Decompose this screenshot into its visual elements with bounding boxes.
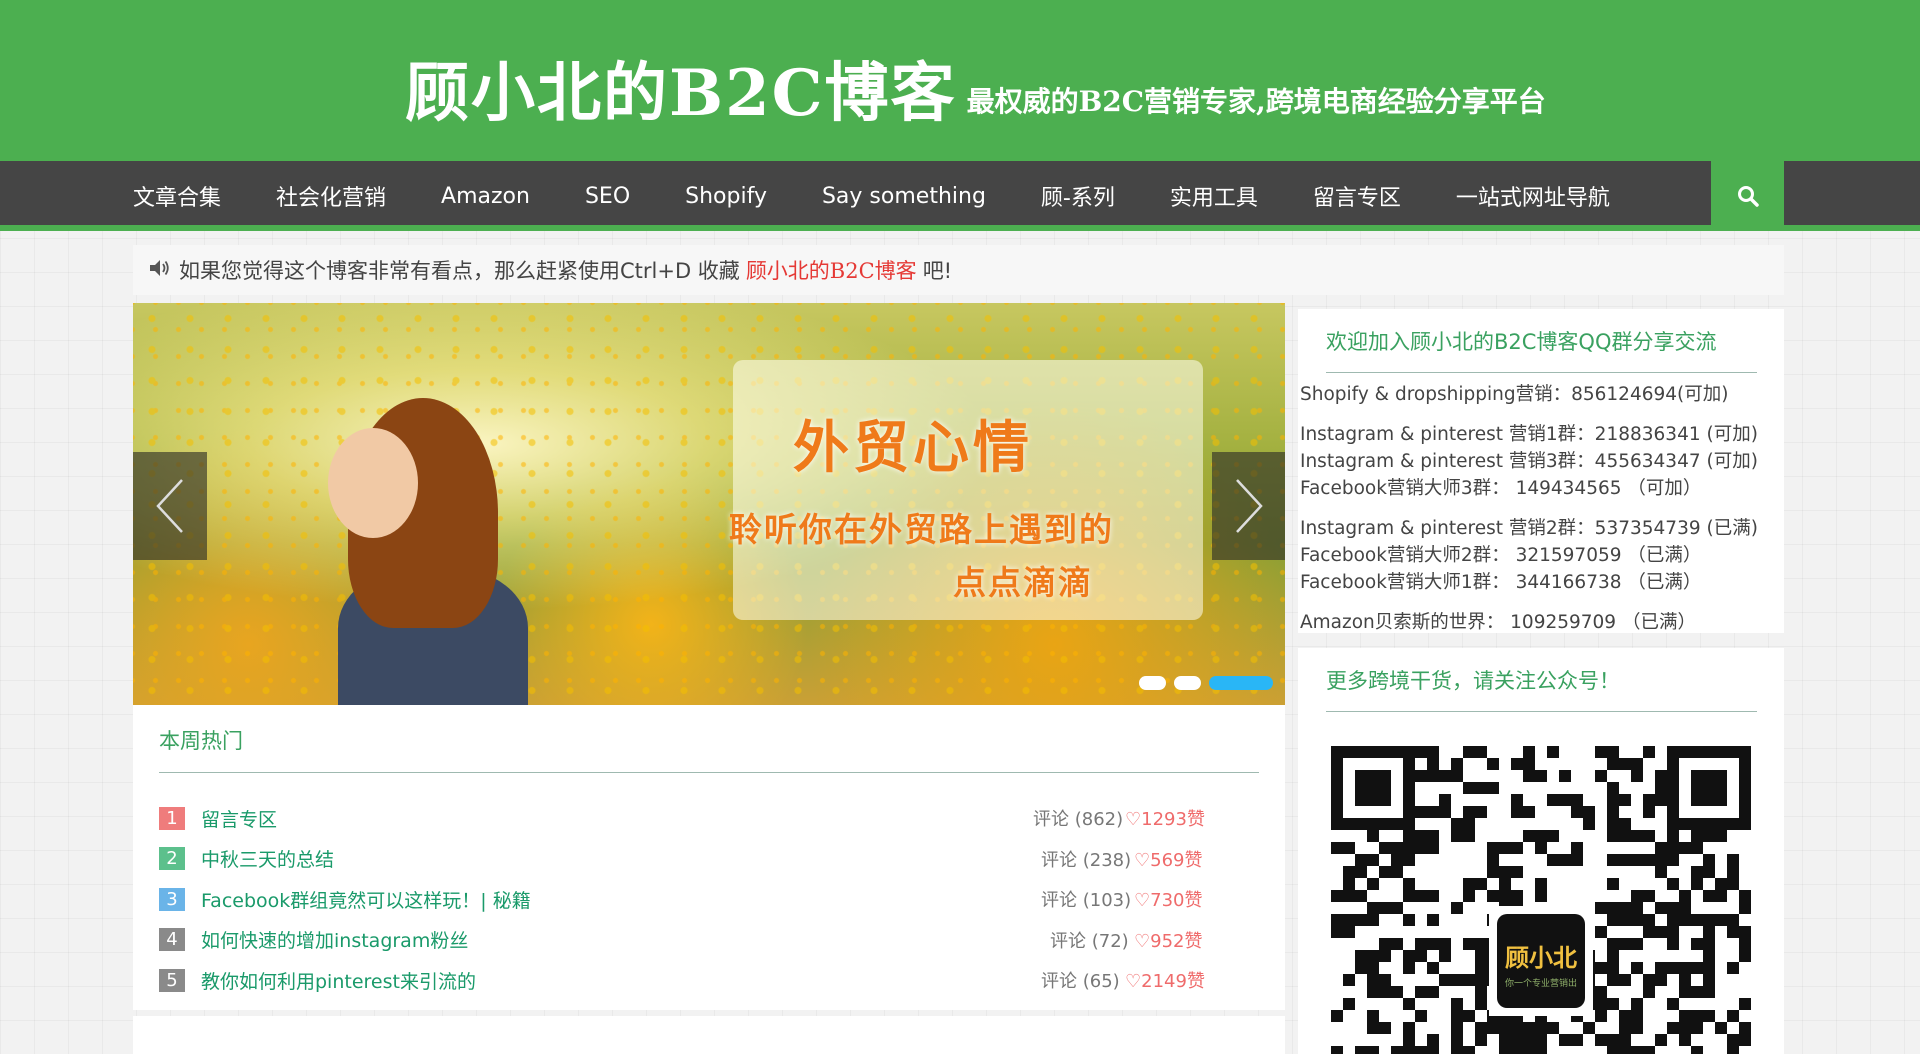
search-icon [1737, 186, 1759, 207]
rank-badge: 4 [159, 928, 185, 952]
slider-next-button[interactable] [1212, 452, 1285, 560]
notice-text-end: 吧! [922, 259, 953, 283]
site-tagline: 最权威的B2C营销专家,跨境电商经验分享平台 [966, 85, 1546, 118]
slider-title: 外贸心情 [793, 416, 1033, 481]
speaker-icon [149, 258, 171, 282]
comment-count: 评论 (238) [1041, 849, 1132, 871]
like-button[interactable]: ♡569赞 [1134, 846, 1203, 872]
qq-group-line: Instagram & pinterest 营销2群：537354739 (已满… [1300, 518, 1758, 539]
search-button[interactable] [1711, 161, 1784, 231]
rank-badge: 3 [159, 887, 185, 911]
chevron-right-icon [1236, 479, 1263, 533]
slider-dot-1[interactable] [1139, 676, 1166, 690]
like-count: 730赞 [1150, 890, 1203, 912]
like-button[interactable]: ♡730赞 [1134, 886, 1203, 912]
slider-line-2: 点点滴滴 [953, 563, 1093, 602]
heart-icon: ♡ [1134, 930, 1151, 952]
heart-icon: ♡ [1134, 849, 1151, 871]
qq-group-list: Shopify & dropshipping营销：856124694(可加) In… [1298, 373, 1784, 636]
nav-item-shopify[interactable]: Shopify [685, 184, 767, 209]
qq-group-line: Facebook营销大师2群： 321597059 （已满） [1300, 545, 1702, 566]
like-count: 2149赞 [1141, 971, 1205, 993]
heart-icon: ♡ [1125, 809, 1142, 831]
like-count: 1293赞 [1141, 809, 1205, 831]
weekly-hot-panel: 本周热门 1 留言专区 评论 (862) ♡1293赞 2 中秋三天的总结 评论 (238)… [133, 705, 1285, 1010]
qq-group-line: Shopify & dropshipping营销：856124694(可加) [1300, 384, 1729, 405]
hot-post-link[interactable]: 中秋三天的总结 [201, 845, 334, 872]
main-nav: 文章合集 社会化营销 Amazon SEO Shopify Say someth… [0, 161, 1920, 231]
hot-post-item: 1 留言专区 评论 (862) ♡1293赞 [159, 798, 1259, 839]
slider-pagination [1139, 676, 1281, 690]
nav-item-seo[interactable]: SEO [585, 184, 630, 209]
nav-item-url-nav[interactable]: 一站式网址导航 [1456, 180, 1610, 212]
like-button[interactable]: ♡1293赞 [1125, 805, 1205, 831]
qq-group-line: Facebook营销大师1群： 344166738 （已满） [1300, 572, 1702, 593]
qr-logo-text: 顾小北 [1505, 943, 1577, 972]
nav-item-amazon[interactable]: Amazon [441, 184, 530, 209]
main-content: 外贸心情 聆听你在外贸路上遇到的 点点滴滴 本周热门 1留言专区评论 (86 [133, 303, 1285, 1054]
notice-brand-link[interactable]: 顾小北的B2C博客 [746, 255, 917, 285]
nav-item-tools[interactable]: 实用工具 [1170, 180, 1258, 212]
wechat-qr-code: 顾小北你一个专业营销出 [1331, 746, 1751, 1054]
qq-widget-title: 欢迎加入顾小北的B2C博客QQ群分享交流 [1326, 309, 1757, 373]
hot-post-link[interactable]: Facebook群组竟然可以这样玩！| 秘籍 [201, 886, 531, 913]
hot-post-link[interactable]: 教你如何利用pinterest来引流的 [201, 967, 476, 994]
notice-text: 如果您觉得这个博客非常有看点，那么赶紧使用Ctrl+D 收藏 [179, 259, 740, 283]
like-count: 569赞 [1150, 849, 1203, 871]
wechat-widget-title: 更多跨境干货，请关注公众号！ [1326, 648, 1757, 712]
comment-count: 评论 (72) [1050, 930, 1129, 952]
site-header: 顾小北的B2C博客 最权威的B2C营销专家,跨境电商经验分享平台 [0, 0, 1920, 161]
slider-figure [308, 398, 528, 705]
hot-post-link[interactable]: 如何快速的增加instagram粉丝 [201, 926, 468, 953]
site-logo[interactable]: 顾小北的B2C博客 最权威的B2C营销专家,跨境电商经验分享平台 [405, 62, 1546, 126]
nav-item-guestbook[interactable]: 留言专区 [1313, 180, 1401, 212]
content-block-below [133, 1016, 1285, 1054]
hot-post-item: 5 教你如何利用pinterest来引流的 评论 (65) ♡2149赞 [159, 960, 1259, 1001]
hot-post-item: 3 Facebook群组竟然可以这样玩！| 秘籍 评论 (103) ♡730赞 [159, 879, 1259, 920]
comment-count: 评论 (103) [1041, 890, 1132, 912]
slider-dot-2[interactable] [1174, 676, 1201, 690]
rank-badge: 5 [159, 968, 185, 992]
sidebar: 欢迎加入顾小北的B2C博客QQ群分享交流 Shopify & dropshipp… [1298, 309, 1784, 1054]
nav-item-articles[interactable]: 文章合集 [133, 180, 221, 212]
wechat-widget: 更多跨境干货，请关注公众号！ 顾小北你一个专业营销出 [1298, 648, 1784, 1054]
qq-group-line: Instagram & pinterest 营销1群：218836341 (可加… [1300, 424, 1758, 445]
comment-count: 评论 (65) [1041, 971, 1120, 993]
notice-bar: 如果您觉得这个博客非常有看点，那么赶紧使用Ctrl+D 收藏 顾小北的B2C博客… [133, 245, 1784, 295]
rank-badge: 1 [159, 806, 185, 830]
hot-post-item: 2 中秋三天的总结 评论 (238) ♡569赞 [159, 839, 1259, 880]
hot-post-list: 1 留言专区 评论 (862) ♡1293赞 2 中秋三天的总结 评论 (238) ♡569赞… [159, 773, 1259, 1001]
nav-item-gu-series[interactable]: 顾-系列 [1041, 180, 1115, 212]
image-slider[interactable]: 外贸心情 聆听你在外贸路上遇到的 点点滴滴 [133, 303, 1285, 705]
nav-item-social-marketing[interactable]: 社会化营销 [276, 180, 386, 212]
hot-post-link[interactable]: 留言专区 [201, 805, 277, 832]
comment-count: 评论 (862) [1033, 809, 1124, 831]
nav-item-say-something[interactable]: Say something [822, 184, 986, 209]
qq-groups-widget: 欢迎加入顾小北的B2C博客QQ群分享交流 Shopify & dropshipp… [1298, 309, 1784, 633]
rank-badge: 2 [159, 847, 185, 871]
qr-logo-subtext: 你一个专业营销出 [1505, 977, 1577, 989]
qq-group-line: Facebook营销大师3群： 149434565 （可加） [1300, 478, 1702, 499]
slider-line-1: 聆听你在外贸路上遇到的 [729, 510, 1114, 549]
heart-icon: ♡ [1134, 890, 1151, 912]
like-button[interactable]: ♡2149赞 [1125, 967, 1205, 993]
slider-dot-3[interactable] [1209, 676, 1273, 690]
weekly-hot-title: 本周热门 [159, 705, 1259, 773]
qq-group-line: Amazon贝索斯的世界： 109259709 （已满） [1300, 612, 1696, 633]
qq-group-line: Instagram & pinterest 营销3群：455634347 (可加… [1300, 451, 1758, 472]
hot-post-item: 4 如何快速的增加instagram粉丝 评论 (72) ♡952赞 [159, 920, 1259, 961]
slider-prev-button[interactable] [133, 452, 207, 560]
heart-icon: ♡ [1125, 971, 1142, 993]
like-count: 952赞 [1150, 930, 1203, 952]
chevron-left-icon [156, 479, 183, 533]
like-button[interactable]: ♡952赞 [1134, 927, 1203, 953]
site-title[interactable]: 顾小北的B2C博客 [405, 62, 957, 126]
